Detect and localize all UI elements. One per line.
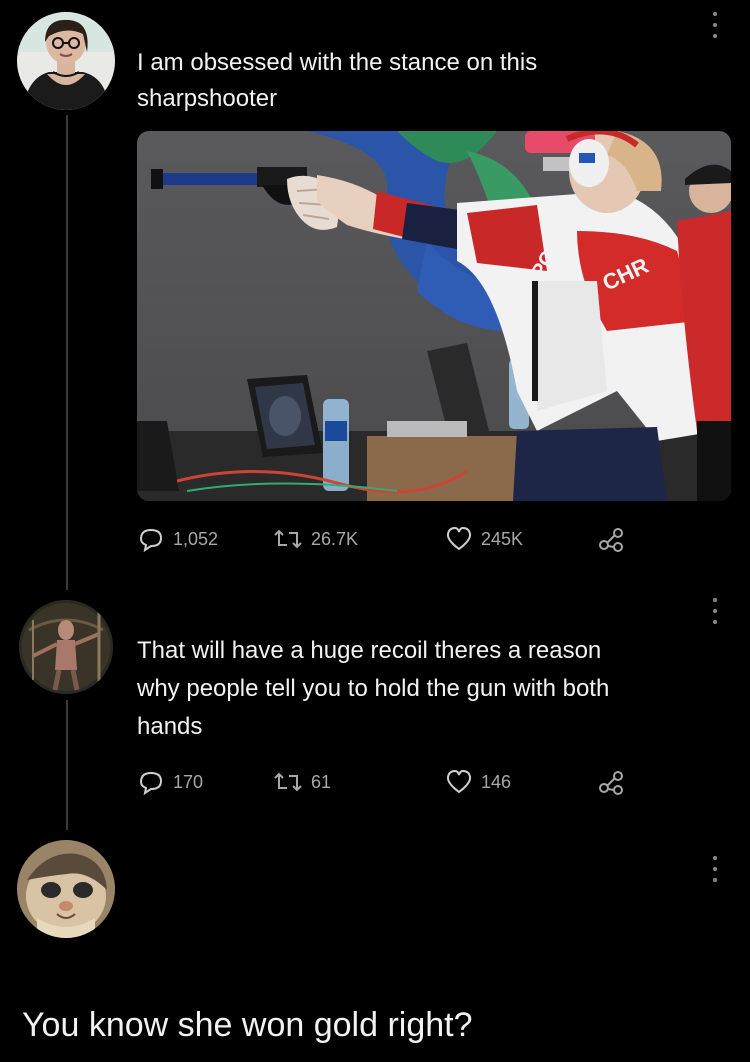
more-options-icon[interactable] <box>710 856 720 882</box>
retweet-count: 61 <box>311 771 332 792</box>
reply-icon <box>139 528 163 552</box>
post-text-line: why people tell you to hold the gun with… <box>137 675 610 702</box>
retweet-icon <box>274 529 302 549</box>
share-button[interactable] <box>597 524 633 554</box>
thread-line <box>66 115 68 590</box>
share-button[interactable] <box>597 767 633 797</box>
reply-icon <box>139 771 163 795</box>
post-text-line: I am obsessed with the stance on this <box>137 49 538 76</box>
more-options-icon[interactable] <box>710 598 720 624</box>
avatar[interactable] <box>17 840 115 938</box>
avatar[interactable] <box>17 12 115 110</box>
retweet-count: 26.7K <box>311 528 359 549</box>
post-text: That will have a huge recoil theres a re… <box>137 632 609 746</box>
reply-button[interactable]: 1,052 <box>137 524 218 554</box>
post-text: I am obsessed with the stance on this sh… <box>137 45 537 117</box>
post-text-line: sharpshooter <box>137 85 278 112</box>
post-text-line: hands <box>137 713 203 740</box>
reply-count: 170 <box>173 771 204 792</box>
retweet-icon <box>274 772 302 792</box>
share-icon <box>599 771 623 795</box>
retweet-button[interactable]: 61 <box>273 767 331 797</box>
reply-count: 1,052 <box>173 528 219 549</box>
retweet-button[interactable]: 26.7K <box>273 524 358 554</box>
share-icon <box>599 528 623 552</box>
like-button[interactable]: 146 <box>445 767 511 797</box>
more-options-icon[interactable] <box>710 12 720 38</box>
like-icon <box>446 526 472 551</box>
thread-line <box>66 700 68 830</box>
like-icon <box>446 769 472 794</box>
like-button[interactable]: 245K <box>445 524 523 554</box>
avatar[interactable] <box>19 600 113 694</box>
post-image[interactable]: РОССИЯ CHR <box>137 131 731 501</box>
like-count: 146 <box>481 771 512 792</box>
like-count: 245K <box>481 528 524 549</box>
action-bar: 170 61 146 <box>137 767 637 797</box>
reply-caption: You know she won gold right? <box>22 1006 473 1044</box>
action-bar: 1,052 26.7K 245K <box>137 524 637 554</box>
reply-button[interactable]: 170 <box>137 767 203 797</box>
post-text-line: That will have a huge recoil theres a re… <box>137 637 602 664</box>
